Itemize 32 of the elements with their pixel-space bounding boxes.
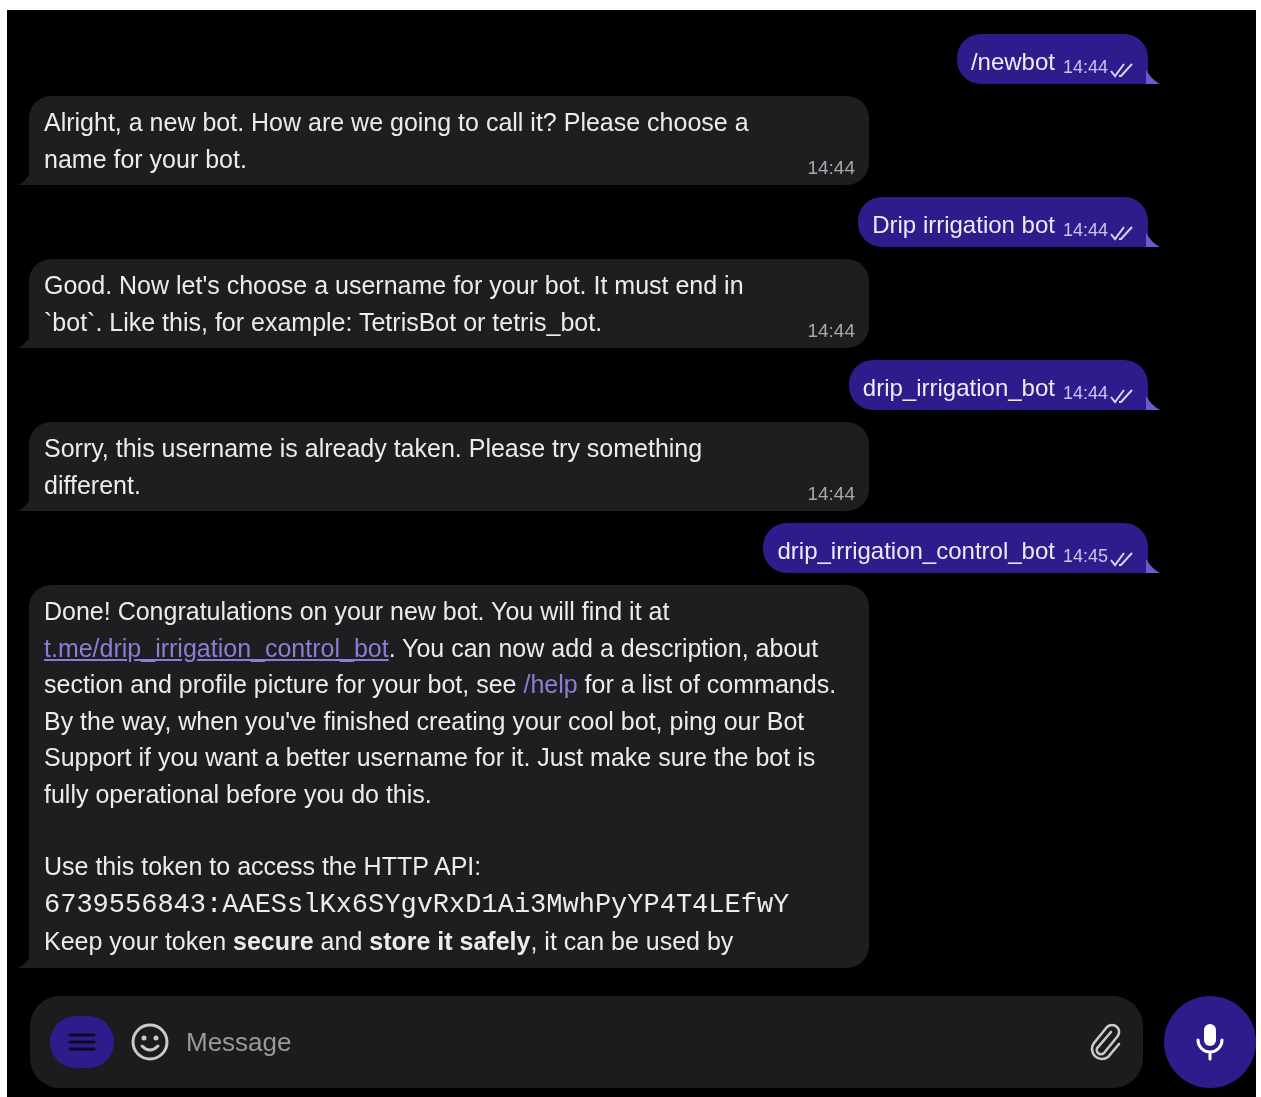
message-time: 14:45 xyxy=(1062,545,1108,567)
message-time: 14:44 xyxy=(807,157,855,179)
command-link[interactable]: /help xyxy=(523,670,578,698)
message-text: Keep your token secure and store it safely, it can be used by xyxy=(44,926,735,957)
message-field[interactable]: Message xyxy=(30,996,1144,1088)
message-text: Sorry, this username is already taken. Please try something different. xyxy=(44,433,704,501)
message-text: Done! Congratulations on your new bot. You will find it at t.me/drip_irrigation_control_bot. You can now add a description, about section and profile picture for your bot, see /help for a list of commands. By the way, when you've finished creating your cool bot, ping our Bot Support if you want a better username for it. Just make sure the bot is fully operational before you do this. xyxy=(44,596,838,810)
double-check-icon xyxy=(1110,551,1136,567)
message-text: Drip irrigation bot xyxy=(872,210,1055,240)
bubble-tail xyxy=(1146,559,1160,573)
message-time: 14:44 xyxy=(1062,382,1108,404)
double-check-icon xyxy=(1110,388,1136,404)
menu-icon xyxy=(68,1032,96,1052)
message-text: drip_irrigation_bot xyxy=(862,373,1055,403)
message-text: 6739556843:AAESslKx6SYgvRxD1Ai3MwhPyYP4T4LEfwY xyxy=(44,888,791,922)
message-time: 14:44 xyxy=(807,320,855,342)
message-time: 14:44 xyxy=(1062,56,1108,78)
message-text: drip_irrigation_control_bot xyxy=(777,536,1055,566)
bubble-tail xyxy=(1146,70,1160,84)
smiley-icon[interactable] xyxy=(130,1022,170,1062)
message-text: Use this token to access the HTTP API: xyxy=(44,851,483,882)
message-time: 14:44 xyxy=(1062,219,1108,241)
double-check-icon xyxy=(1110,225,1136,241)
message-text: /newbot xyxy=(970,47,1055,77)
message-input[interactable]: Message xyxy=(186,1022,1072,1062)
message-text: Alright, a new bot. How are we going to call it? Please choose a name for your bot. xyxy=(44,107,750,175)
bubble-tail xyxy=(1146,396,1160,410)
message-time: 14:44 xyxy=(807,483,855,505)
bubble-tail xyxy=(1146,233,1160,247)
message-text: Good. Now let's choose a username for your bot. It must end in `bot`. Like this, for example: TetrisBot or tetris_bot. xyxy=(44,270,745,338)
double-check-icon xyxy=(1110,62,1136,78)
link[interactable]: t.me/drip_irrigation_control_bot xyxy=(44,633,389,662)
